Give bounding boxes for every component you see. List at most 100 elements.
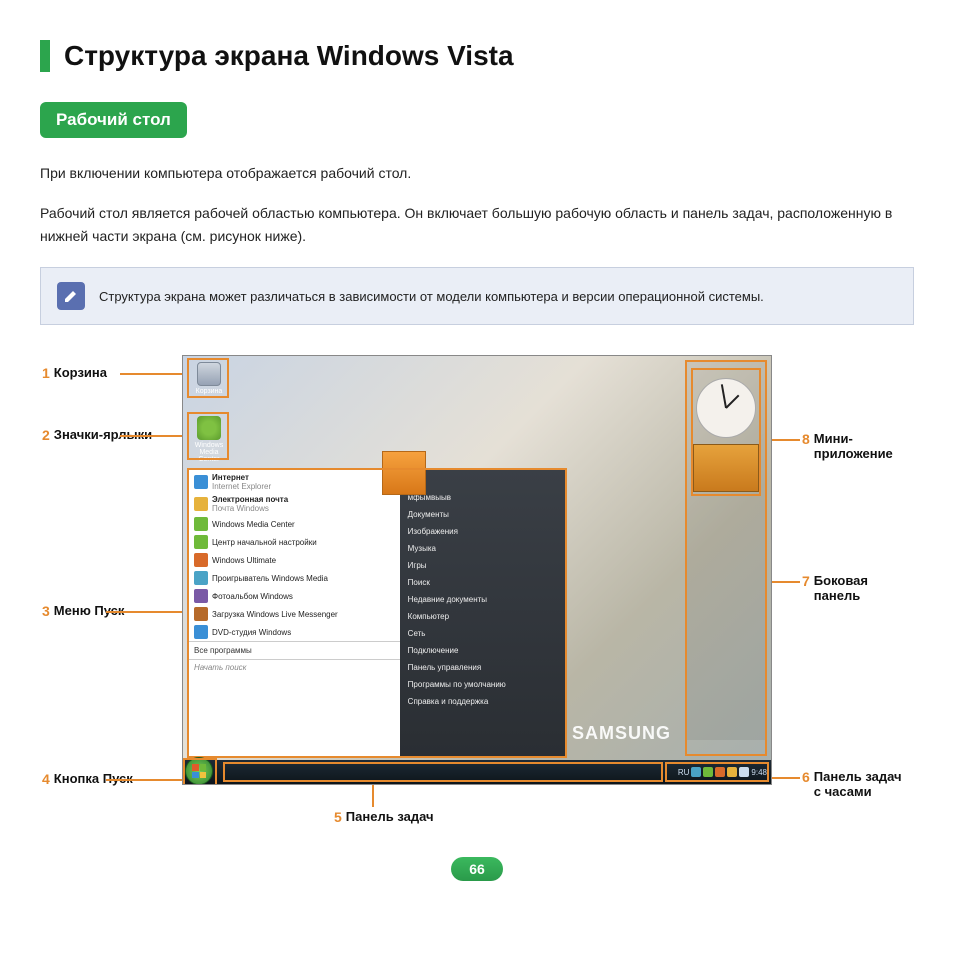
app-icon <box>194 517 208 531</box>
start-right-item[interactable]: Изображения <box>408 523 558 540</box>
item-label: Фотоальбом Windows <box>212 592 293 601</box>
start-item[interactable]: DVD-студия Windows <box>188 623 400 641</box>
start-item-ie[interactable]: Интернет Internet Explorer <box>188 471 400 493</box>
callout-6: 6 Панель задач с часами <box>802 769 912 799</box>
page-title-row: Структура экрана Windows Vista <box>40 40 914 72</box>
callout-7: 7 Боковая панель <box>802 573 912 603</box>
callout-5: 5 Панель задач <box>334 809 434 825</box>
start-right-item[interactable]: Подключение <box>408 642 558 659</box>
app-icon <box>194 625 208 639</box>
item-sub: Internet Explorer <box>212 482 271 491</box>
start-right-item[interactable]: Документы <box>408 506 558 523</box>
icon-label: Windows Media Center <box>191 442 227 463</box>
desktop-icon-trash[interactable]: Корзина <box>191 362 227 395</box>
leader-line <box>106 611 182 613</box>
slideshow-gadget[interactable] <box>693 444 759 492</box>
page-number-wrap: 66 <box>40 857 914 881</box>
app-icon <box>194 571 208 585</box>
intro-paragraph-1: При включении компьютера отображается ра… <box>40 162 914 184</box>
callout-number: 1 <box>42 365 50 381</box>
leader-line <box>120 435 182 437</box>
tray-lang[interactable]: RU <box>678 768 690 777</box>
user-picture[interactable] <box>382 451 426 495</box>
item-sub: Почта Windows <box>212 504 288 513</box>
callout-number: 4 <box>42 771 50 787</box>
tray-icon[interactable] <box>691 767 701 777</box>
system-tray[interactable]: RU 9:48 <box>678 760 767 784</box>
callout-number: 3 <box>42 603 50 619</box>
tray-icon[interactable] <box>703 767 713 777</box>
item-title: Электронная почта <box>212 495 288 504</box>
start-item[interactable]: Проигрыватель Windows Media <box>188 569 400 587</box>
start-item[interactable]: Центр начальной настройки <box>188 533 400 551</box>
vista-sidebar[interactable] <box>685 360 767 740</box>
callout-number: 7 <box>802 573 810 589</box>
start-right-item[interactable]: Панель управления <box>408 659 558 676</box>
tray-icon[interactable] <box>715 767 725 777</box>
callout-label: Мини-приложение <box>814 431 912 461</box>
start-item[interactable]: Фотоальбом Windows <box>188 587 400 605</box>
note-box: Структура экрана может различаться в зав… <box>40 267 914 325</box>
vista-screenshot: Корзина Windows Media Center SAMSUNG <box>182 355 772 785</box>
tray-icon[interactable] <box>739 767 749 777</box>
section-heading: Рабочий стол <box>40 102 187 138</box>
callout-label: Панель задач <box>346 809 434 824</box>
start-right-item[interactable]: Справка и поддержка <box>408 693 558 710</box>
brand-logo: SAMSUNG <box>572 723 671 744</box>
all-programs[interactable]: Все программы <box>188 641 400 659</box>
callout-1: 1 Корзина <box>42 365 107 381</box>
start-right-item[interactable]: Музыка <box>408 540 558 557</box>
start-right-item[interactable]: Компьютер <box>408 608 558 625</box>
mediacenter-icon <box>197 416 221 440</box>
taskbar[interactable]: RU 9:48 <box>183 760 771 784</box>
start-menu[interactable]: Интернет Internet Explorer Электронная п… <box>187 468 567 758</box>
trash-icon <box>197 362 221 386</box>
callout-8: 8 Мини-приложение <box>802 431 912 461</box>
page-number: 66 <box>451 857 503 881</box>
callout-label: Боковая панель <box>814 573 912 603</box>
item-label: Загрузка Windows Live Messenger <box>212 610 338 619</box>
start-item-mail[interactable]: Электронная почта Почта Windows <box>188 493 400 515</box>
title-accent-bar <box>40 40 50 72</box>
start-menu-left: Интернет Internet Explorer Электронная п… <box>188 469 400 757</box>
desktop-icon-mediacenter[interactable]: Windows Media Center <box>191 416 227 463</box>
mail-icon <box>194 497 208 511</box>
app-icon <box>194 607 208 621</box>
item-label: Проигрыватель Windows Media <box>212 574 328 583</box>
start-right-item[interactable]: Недавние документы <box>408 591 558 608</box>
start-item[interactable]: Загрузка Windows Live Messenger <box>188 605 400 623</box>
diagram: 1 Корзина 2 Значки-ярлыки 3 Меню Пуск 4 … <box>42 355 912 835</box>
app-icon <box>194 535 208 549</box>
leader-line <box>106 779 188 781</box>
app-icon <box>194 553 208 567</box>
page-title: Структура экрана Windows Vista <box>64 40 514 72</box>
clock-gadget[interactable] <box>696 378 756 438</box>
note-text: Структура экрана может различаться в зав… <box>99 289 764 304</box>
intro-paragraph-2: Рабочий стол является рабочей областью к… <box>40 202 914 247</box>
icon-label: Корзина <box>191 388 227 395</box>
tray-icon[interactable] <box>727 767 737 777</box>
callout-label: Панель задач с часами <box>814 769 912 799</box>
start-right-item[interactable]: Сеть <box>408 625 558 642</box>
start-right-item[interactable]: мфымвыыв <box>408 489 558 506</box>
leader-line <box>120 373 182 375</box>
start-search[interactable]: Начать поиск <box>188 659 400 675</box>
callout-number: 6 <box>802 769 810 785</box>
ie-icon <box>194 475 208 489</box>
start-item[interactable]: Windows Ultimate <box>188 551 400 569</box>
start-right-item[interactable]: Поиск <box>408 574 558 591</box>
start-item[interactable]: Windows Media Center <box>188 515 400 533</box>
start-menu-right: мфымвыывДокументыИзображенияМузыкаИгрыПо… <box>400 469 566 757</box>
tray-clock[interactable]: 9:48 <box>751 768 767 777</box>
callout-label: Корзина <box>54 365 107 380</box>
leader-line <box>770 581 800 583</box>
item-label: Windows Ultimate <box>212 556 276 565</box>
item-label: DVD-студия Windows <box>212 628 291 637</box>
callout-number: 2 <box>42 427 50 443</box>
start-right-item[interactable]: Игры <box>408 557 558 574</box>
start-right-item[interactable]: Программы по умолчанию <box>408 676 558 693</box>
start-button[interactable] <box>185 757 213 785</box>
leader-line <box>770 777 800 779</box>
pencil-icon <box>57 282 85 310</box>
app-icon <box>194 589 208 603</box>
